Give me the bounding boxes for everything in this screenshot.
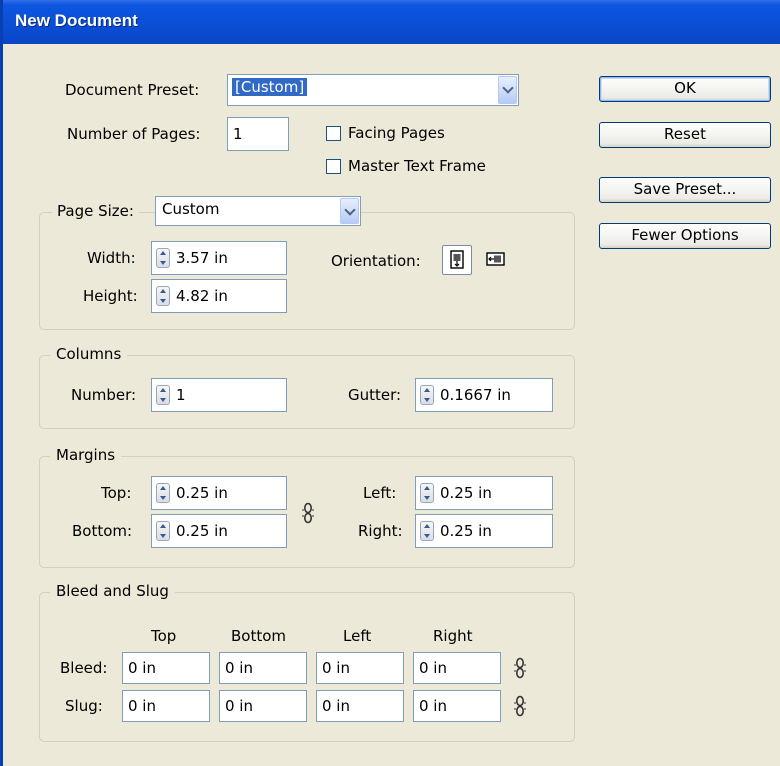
margin-right-label: Right: xyxy=(358,522,403,540)
page-size-label: Page Size: xyxy=(52,202,139,220)
ok-button[interactable]: OK xyxy=(599,76,771,102)
height-label: Height: xyxy=(83,287,138,305)
height-value: 4.82 in xyxy=(176,287,228,305)
page-size-dropdown[interactable]: Custom xyxy=(155,196,361,226)
columns-legend: Columns xyxy=(50,345,128,363)
title-bar[interactable]: New Document xyxy=(3,0,780,44)
width-label: Width: xyxy=(87,249,136,267)
save-preset-button[interactable]: Save Preset... xyxy=(599,177,771,203)
spinner-icon[interactable] xyxy=(156,483,170,503)
slug-right-field[interactable]: 0 in xyxy=(413,690,501,722)
bleed-header-bottom: Bottom xyxy=(231,627,287,645)
margins-legend: Margins xyxy=(50,446,122,464)
window-title: New Document xyxy=(15,11,138,30)
width-field[interactable]: 3.57 in xyxy=(151,241,287,275)
slug-left-value: 0 in xyxy=(322,697,350,715)
number-of-pages-value: 1 xyxy=(233,125,243,143)
new-document-dialog: New Document Document Preset: [Custom] N… xyxy=(0,0,780,766)
master-text-frame-label[interactable]: Master Text Frame xyxy=(348,157,486,175)
page-size-value: Custom xyxy=(162,200,220,218)
facing-pages-label[interactable]: Facing Pages xyxy=(348,124,445,142)
bleed-top-value: 0 in xyxy=(128,659,156,677)
spinner-icon[interactable] xyxy=(420,385,434,405)
number-of-pages-label: Number of Pages: xyxy=(67,125,201,143)
spinner-icon[interactable] xyxy=(420,521,434,541)
spinner-icon[interactable] xyxy=(156,286,170,306)
margin-left-label: Left: xyxy=(363,484,397,502)
master-text-frame-checkbox[interactable] xyxy=(326,159,341,174)
bleed-header-left: Left xyxy=(343,627,372,645)
bleed-and-slug-legend: Bleed and Slug xyxy=(50,582,175,600)
margin-left-field[interactable]: 0.25 in xyxy=(415,476,553,510)
bleed-top-field[interactable]: 0 in xyxy=(122,652,210,684)
facing-pages-checkbox[interactable] xyxy=(326,126,341,141)
portrait-page-icon[interactable] xyxy=(442,245,472,275)
margin-bottom-label: Bottom: xyxy=(72,522,133,540)
chevron-down-icon[interactable] xyxy=(498,76,517,104)
spinner-icon[interactable] xyxy=(156,385,170,405)
gutter-field[interactable]: 0.1667 in xyxy=(415,378,553,412)
margin-right-field[interactable]: 0.25 in xyxy=(415,514,553,548)
bleed-left-value: 0 in xyxy=(322,659,350,677)
fewer-options-button[interactable]: Fewer Options xyxy=(599,223,771,249)
reset-button[interactable]: Reset xyxy=(599,122,771,148)
spinner-icon[interactable] xyxy=(156,521,170,541)
chain-link-icon[interactable] xyxy=(513,695,527,717)
margin-right-value: 0.25 in xyxy=(440,522,492,540)
spinner-icon[interactable] xyxy=(420,483,434,503)
column-number-field[interactable]: 1 xyxy=(151,378,287,412)
chevron-down-icon[interactable] xyxy=(340,198,359,224)
slug-top-value: 0 in xyxy=(128,697,156,715)
bleed-header-right: Right xyxy=(433,627,473,645)
chain-link-icon[interactable] xyxy=(513,657,527,679)
spinner-icon[interactable] xyxy=(156,248,170,268)
bleed-header-top: Top xyxy=(151,627,177,645)
document-preset-label: Document Preset: xyxy=(65,81,200,99)
margin-top-field[interactable]: 0.25 in xyxy=(151,476,287,510)
slug-bottom-value: 0 in xyxy=(225,697,253,715)
bleed-left-field[interactable]: 0 in xyxy=(316,652,404,684)
bleed-right-field[interactable]: 0 in xyxy=(413,652,501,684)
bleed-right-value: 0 in xyxy=(419,659,447,677)
orientation-label: Orientation: xyxy=(331,252,421,270)
document-preset-value: [Custom] xyxy=(232,78,308,96)
chain-link-icon[interactable] xyxy=(301,502,315,524)
width-value: 3.57 in xyxy=(176,249,228,267)
margin-top-label: Top: xyxy=(101,484,132,502)
margin-left-value: 0.25 in xyxy=(440,484,492,502)
number-of-pages-field[interactable]: 1 xyxy=(227,117,289,151)
bleed-label: Bleed: xyxy=(60,659,108,677)
slug-top-field[interactable]: 0 in xyxy=(122,690,210,722)
column-number-value: 1 xyxy=(176,386,186,404)
margin-bottom-field[interactable]: 0.25 in xyxy=(151,514,287,548)
gutter-label: Gutter: xyxy=(348,386,402,404)
slug-left-field[interactable]: 0 in xyxy=(316,690,404,722)
slug-bottom-field[interactable]: 0 in xyxy=(219,690,307,722)
landscape-page-icon[interactable] xyxy=(481,245,511,275)
margin-bottom-value: 0.25 in xyxy=(176,522,228,540)
document-preset-dropdown[interactable]: [Custom] xyxy=(227,74,519,106)
slug-label: Slug: xyxy=(65,697,103,715)
height-field[interactable]: 4.82 in xyxy=(151,279,287,313)
bleed-bottom-value: 0 in xyxy=(225,659,253,677)
gutter-value: 0.1667 in xyxy=(440,386,511,404)
slug-right-value: 0 in xyxy=(419,697,447,715)
column-number-label: Number: xyxy=(71,386,137,404)
margin-top-value: 0.25 in xyxy=(176,484,228,502)
bleed-bottom-field[interactable]: 0 in xyxy=(219,652,307,684)
